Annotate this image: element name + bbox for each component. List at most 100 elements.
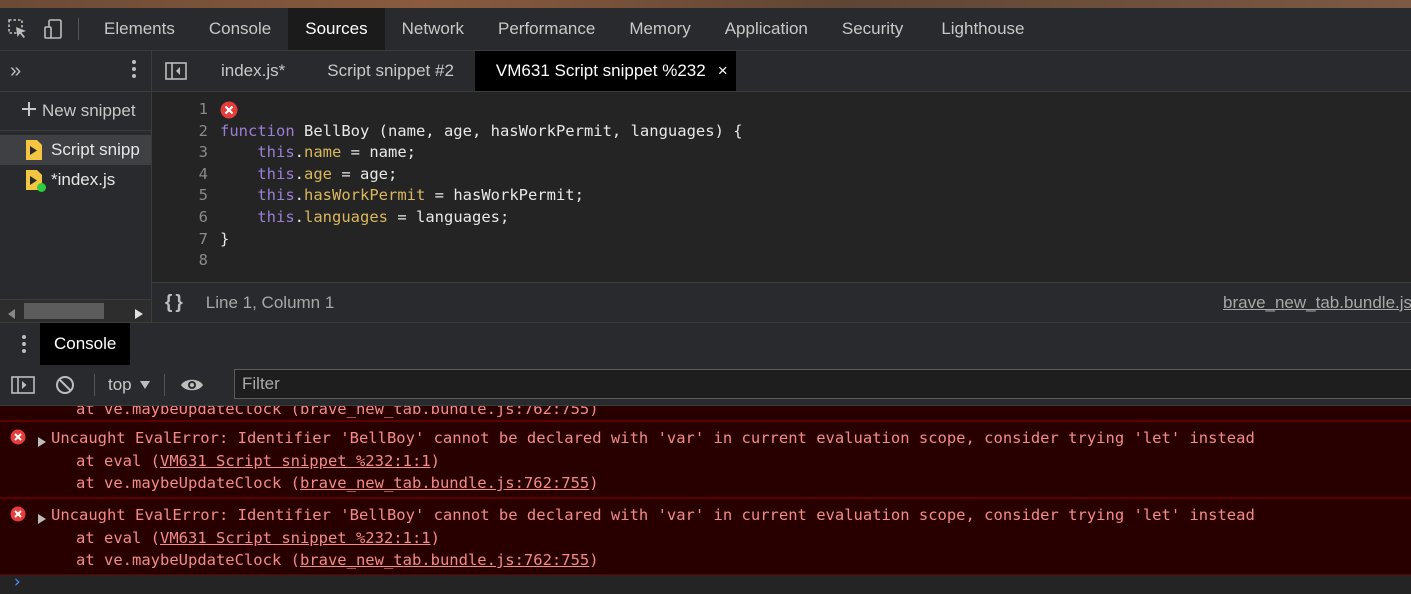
modified-dot-icon <box>37 183 46 192</box>
editor-tab-label: VM631 Script snippet %232 <box>495 61 706 80</box>
stack-link[interactable]: brave_new_tab.bundle.js:762:755 <box>300 474 589 492</box>
stack-line: at ve.maybeUpdateClock (brave_new_tab.bu… <box>0 472 1411 495</box>
code-line: 3 this.name = name; <box>152 142 743 164</box>
editor-status-bar: {} Line 1, Column 1 brave_new_tab.bundle… <box>152 282 1411 323</box>
toolbar-divider <box>163 374 165 396</box>
more-vertical-icon[interactable] <box>21 334 27 354</box>
error-icon <box>10 429 26 449</box>
stack-suffix: ) <box>430 528 440 547</box>
line-number: 7 <box>198 229 208 248</box>
tab-lighthouse[interactable]: Lighthouse <box>924 8 1041 50</box>
stack-prefix: at ve.maybeUpdateClock ( <box>76 551 300 569</box>
code-text: function BellBoy (name, age, hasWorkPerm… <box>220 121 743 140</box>
cursor-position: Line 1, Column 1 <box>205 293 335 312</box>
pretty-print-icon[interactable]: {} <box>165 292 186 314</box>
error-message-text: Uncaught EvalError: Identifier 'BellBoy'… <box>51 429 1255 447</box>
stack-suffix: ) <box>589 474 599 492</box>
code-text: this.hasWorkPermit = hasWorkPermit; <box>257 186 584 205</box>
editor-tabbar: index.js* Script snippet #2 VM631 Script… <box>152 51 1411 92</box>
code-text: this.languages = languages; <box>257 207 510 226</box>
filter-input[interactable]: Filter <box>234 369 1411 399</box>
navigator-header: » <box>0 51 151 92</box>
line-number: 5 <box>198 186 208 205</box>
close-icon[interactable]: × <box>718 61 728 81</box>
stack-link[interactable]: brave_new_tab.bundle.js:762:755 <box>300 551 589 569</box>
console-toolbar: top Filter <box>0 365 1411 406</box>
plus-icon <box>22 101 36 121</box>
code-line: 6 this.languages = languages; <box>152 207 743 229</box>
tab-application[interactable]: Application <box>708 8 825 50</box>
devtools-tabbar: Elements Console Sources Network Perform… <box>0 8 1411 51</box>
new-snippet-label: New snippet <box>42 101 136 120</box>
error-icon <box>220 99 238 121</box>
clear-console-icon[interactable] <box>55 375 75 395</box>
toggle-navigator-icon[interactable] <box>152 51 200 91</box>
drawer-tab-console[interactable]: Console <box>40 323 131 365</box>
stack-line: at eval (VM631 Script snippet %232:1:1) <box>0 450 1411 473</box>
expand-arrow-icon[interactable] <box>38 510 46 528</box>
stack-line: at ve.maybeUpdateClock (brave_new_tab.bu… <box>76 406 599 418</box>
stack-suffix: ) <box>430 451 440 470</box>
tab-memory[interactable]: Memory <box>612 8 707 50</box>
error-icon <box>10 506 26 526</box>
editor-tab-script-snippet-2[interactable]: Script snippet #2 <box>306 51 475 91</box>
editor-tab-index-js[interactable]: index.js* <box>200 51 306 91</box>
context-selector[interactable]: top <box>108 375 150 395</box>
editor-tab-vm631[interactable]: VM631 Script snippet %232 × <box>474 51 736 91</box>
stack-link[interactable]: VM631 Script snippet %232:1:1 <box>160 529 431 547</box>
error-message-text: Uncaught EvalError: Identifier 'BellBoy'… <box>51 506 1255 524</box>
stack-line: at eval (VM631 Script snippet %232:1:1) <box>0 527 1411 550</box>
stack-line: at ve.maybeUpdateClock (brave_new_tab.bu… <box>0 549 1411 572</box>
tab-elements[interactable]: Elements <box>87 8 192 50</box>
code-line: 7} <box>152 229 743 251</box>
stack-link[interactable]: VM631 Script snippet %232:1:1 <box>160 452 431 470</box>
device-toolbar-icon[interactable] <box>36 8 72 50</box>
context-label: top <box>108 375 132 394</box>
stack-suffix: ) <box>589 551 599 569</box>
filter-placeholder: Filter <box>242 374 280 393</box>
snippet-item-script[interactable]: Script snipp <box>0 135 151 165</box>
inspect-element-icon[interactable] <box>0 8 36 50</box>
code-area[interactable]: 1 2 function BellBoy (name, age, hasWorkP… <box>152 99 743 272</box>
more-tabs-icon[interactable]: » <box>10 60 21 83</box>
line-number: 2 <box>198 121 208 140</box>
expand-arrow-icon[interactable] <box>38 433 46 451</box>
line-number: 6 <box>198 207 208 226</box>
code-text: this.name = name; <box>257 143 416 162</box>
snippet-file-icon <box>26 140 42 160</box>
stack-prefix: at eval ( <box>76 451 160 470</box>
window-top-strip <box>0 0 1411 8</box>
tab-security[interactable]: Security <box>825 8 920 50</box>
tab-network[interactable]: Network <box>385 8 481 50</box>
code-line: 1 <box>152 99 743 121</box>
code-line: 2 function BellBoy (name, age, hasWorkPer… <box>152 121 743 143</box>
stack-prefix: at ve.maybeUpdateClock ( <box>76 474 300 492</box>
scrollbar-thumb[interactable] <box>24 303 104 319</box>
snippet-item-index-js[interactable]: *index.js <box>0 165 151 195</box>
stack-prefix: at eval ( <box>76 528 160 547</box>
dropdown-arrow-icon <box>139 381 150 389</box>
console-message-error[interactable]: Uncaught EvalError: Identifier 'BellBoy'… <box>0 421 1411 498</box>
source-link[interactable]: brave_new_tab.bundle.js <box>1223 293 1411 313</box>
tab-performance[interactable]: Performance <box>481 8 612 50</box>
code-line: 8 <box>152 250 743 272</box>
code-text: this.age = age; <box>257 164 398 183</box>
console-message-error[interactable]: Uncaught EvalError: Identifier 'BellBoy'… <box>0 498 1411 575</box>
drawer-tabbar: Console <box>0 322 1411 366</box>
console-message-partial: at ve.maybeUpdateClock (brave_new_tab.bu… <box>0 406 1411 421</box>
line-number: 8 <box>198 251 208 270</box>
more-vertical-icon[interactable] <box>131 59 137 84</box>
eye-icon[interactable] <box>180 377 204 393</box>
navigator-horizontal-scrollbar[interactable] <box>0 299 151 322</box>
prompt-icon[interactable]: › <box>12 572 22 592</box>
line-number: 3 <box>198 143 208 162</box>
toolbar-divider <box>78 18 79 40</box>
code-line: 4 this.age = age; <box>152 164 743 186</box>
source-editor: index.js* Script snippet #2 VM631 Script… <box>152 51 1411 323</box>
tab-console[interactable]: Console <box>192 8 288 50</box>
new-snippet-button[interactable]: New snippet <box>0 92 151 131</box>
tab-sources[interactable]: Sources <box>288 8 385 50</box>
code-text: } <box>220 229 230 248</box>
code-line: 5 this.hasWorkPermit = hasWorkPermit; <box>152 185 743 207</box>
sidebar-toggle-icon[interactable] <box>11 376 35 394</box>
